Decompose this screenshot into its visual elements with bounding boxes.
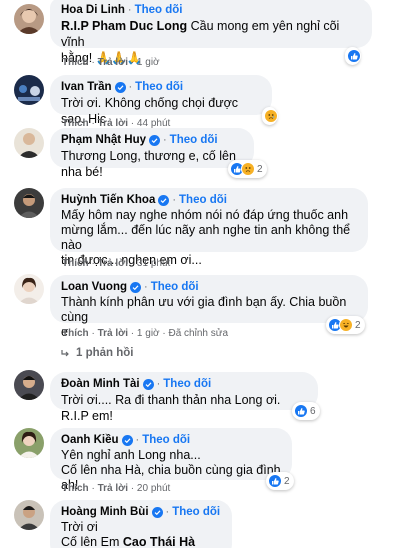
comment-bubble: Hoàng Minh Bùi · Theo dõi Trời ơi Cố lên… [50,500,232,548]
verified-badge-icon [151,506,163,518]
commenter-name[interactable]: Đoàn Minh Tài [61,378,140,390]
reaction-summary[interactable]: 6 [292,402,320,420]
sad-reaction-icon [241,162,255,176]
comment-time[interactable]: 31 phút [137,258,170,269]
avatar[interactable] [14,274,44,304]
verified-badge-icon [121,434,133,446]
follow-button[interactable]: Theo dõi [151,281,199,293]
like-icon [268,474,282,488]
commenter-name[interactable]: Ivan Trần [61,81,112,93]
avatar[interactable] [14,75,44,105]
verified-badge-icon [149,134,160,146]
avatar[interactable] [14,500,44,530]
reaction-summary[interactable]: 2 [266,472,294,490]
comment-bubble: Đoàn Minh Tài · Theo dõi Trời ơi.... Ra … [50,372,318,423]
like-link[interactable]: Thích [62,483,89,494]
comment-bubble: Loan Vuong · Theo dõi Thành kính phân ưu… [50,275,368,339]
comment-text: Trời ơi Cố lên Em Cao Thái Hà [61,520,196,548]
reply-link[interactable]: Trả lời [98,328,128,339]
view-replies-link[interactable]: 1 phản hồi [60,347,134,359]
reply-link[interactable]: Trả lời [98,483,128,494]
reaction-count: 2 [257,163,263,175]
reply-arrow-icon [60,348,70,358]
sad-reaction-icon [264,109,278,123]
follow-button[interactable]: Theo dõi [135,4,183,16]
comment-time[interactable]: 20 phút [137,483,170,494]
reply-link[interactable]: Trả lời [98,258,128,269]
commenter-name[interactable]: Loan Vuong [61,281,127,293]
reaction-count: 2 [284,475,290,487]
avatar[interactable] [14,428,44,458]
reaction-summary[interactable] [345,47,361,65]
like-icon [347,49,361,63]
reaction-summary[interactable]: 2 [326,316,365,334]
like-link[interactable]: Thích [62,258,89,269]
reaction-count: 6 [310,405,316,417]
avatar[interactable] [14,4,44,34]
commenter-name[interactable]: Hoa Di Linh [61,4,125,16]
comment-actions: Thích · Trả lời · 1 giờ · Đã chỉnh sửa [62,328,229,339]
edited-label[interactable]: Đã chỉnh sửa [169,328,229,339]
verified-badge-icon [130,281,142,293]
comment-bubble: Oanh Kiều · Theo dõi Yên nghỉ anh Long n… [50,428,292,492]
verified-badge-icon [114,81,126,93]
commenter-name[interactable]: Phạm Nhật Huy [61,134,146,146]
reaction-summary[interactable]: 2 [228,160,267,178]
comment-bubble: Huỳnh Tiến Khoa · Theo dõi Mấy hôm nay n… [50,188,368,267]
avatar[interactable] [14,128,44,158]
reaction-summary[interactable] [262,107,278,125]
mentioned-user[interactable]: Cao Thái Hà [123,535,195,548]
comment-bubble: Ivan Trần · Theo dõi Trời ơi. Không chốn… [50,75,272,126]
follow-button[interactable]: Theo dõi [142,434,190,446]
like-icon [294,404,308,418]
follow-button[interactable]: Theo dõi [179,194,227,206]
follow-button[interactable]: Theo dõi [170,134,218,146]
like-link[interactable]: Thích [62,57,89,68]
avatar[interactable] [14,370,44,400]
verified-badge-icon [158,194,170,206]
commenter-name[interactable]: Oanh Kiều [61,434,119,446]
comment-actions: Thích · Trả lời · 31 phút [62,258,171,269]
comment-bubble: Phạm Nhật Huy · Theo dõi Thương Long, th… [50,128,254,179]
follow-button[interactable]: Theo dõi [135,81,183,93]
comment-bubble: Hoa Di Linh · Theo dõi R.I.P Pham Duc Lo… [50,0,372,65]
haha-reaction-icon [339,318,353,332]
comment-actions: Thích · Trả lời · 1 giờ [62,57,160,68]
comment-text: Trời ơi.... Ra đi thanh thản nha Long ơi… [61,393,281,423]
reply-link[interactable]: Trả lời [98,57,128,68]
comment-time[interactable]: 1 giờ [137,57,160,68]
comment-text: Thương Long, thương e, cố lên nha bé! [61,149,236,179]
avatar[interactable] [14,188,44,218]
comment-actions: Thích · Trả lời · 20 phút [62,483,171,494]
commenter-name[interactable]: Hoàng Minh Bùi [61,506,149,518]
comment-time[interactable]: 1 giờ [137,328,160,339]
follow-button[interactable]: Theo dõi [172,506,220,518]
like-link[interactable]: Thích [62,328,89,339]
verified-badge-icon [142,378,154,390]
follow-button[interactable]: Theo dõi [163,378,211,390]
commenter-name[interactable]: Huỳnh Tiến Khoa [61,194,155,206]
reaction-count: 2 [355,319,361,331]
